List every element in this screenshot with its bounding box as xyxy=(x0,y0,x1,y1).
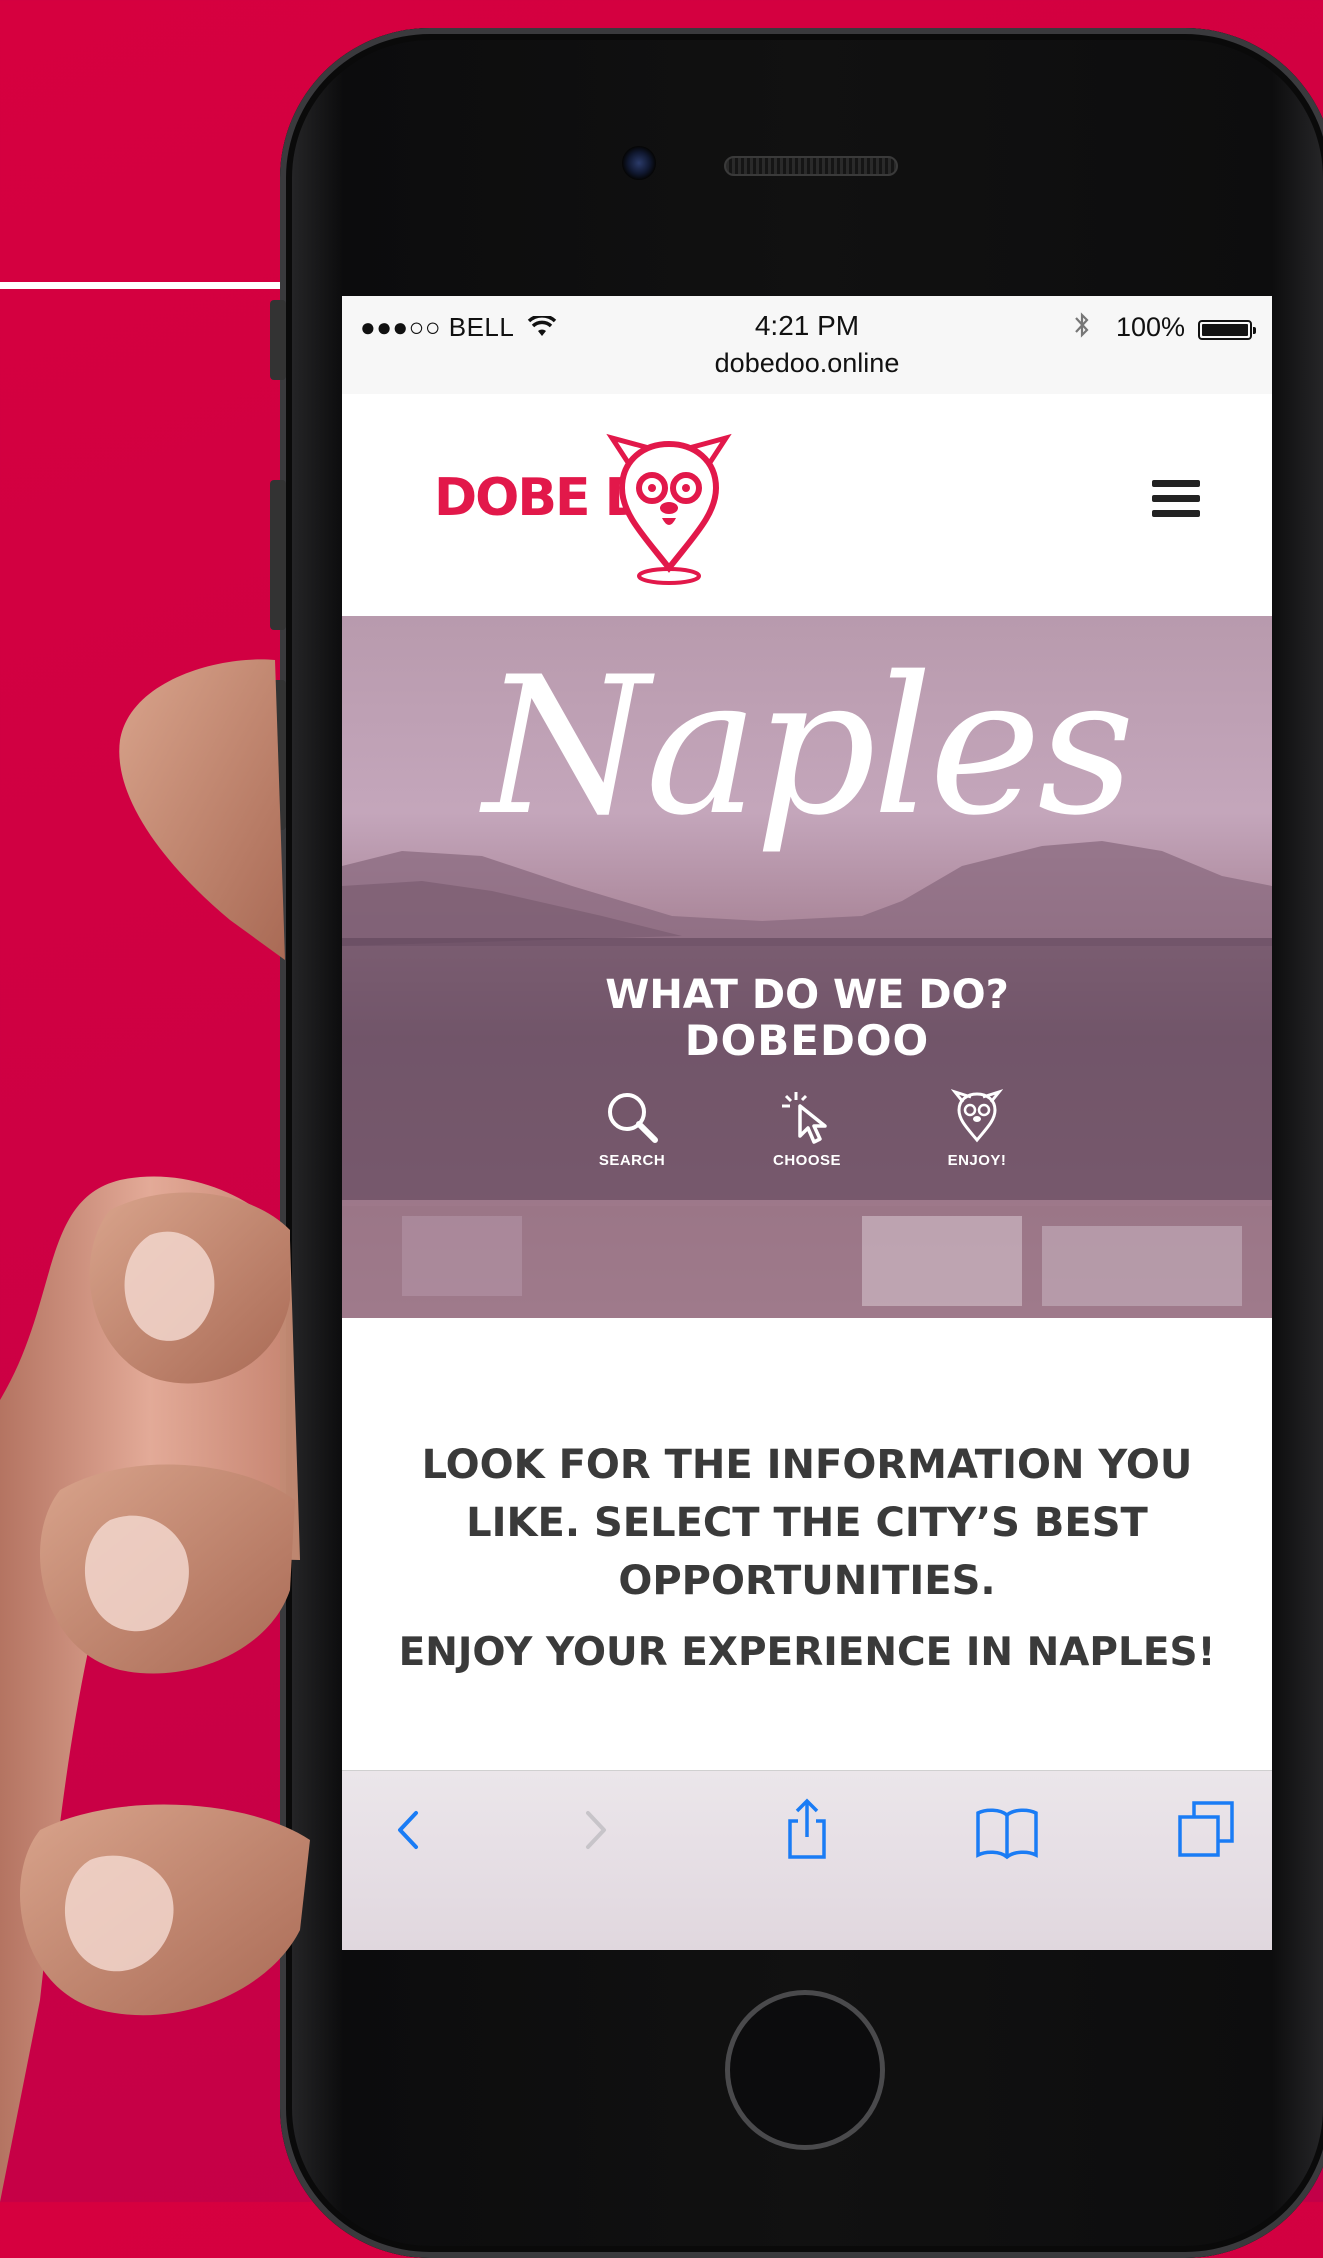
forward-icon[interactable] xyxy=(562,1795,632,1865)
band-heading: WHAT DO WE DO? xyxy=(605,972,1009,1018)
hero-banner: Naples WHAT DO WE DO? DOBEDOO SEARCH CHO… xyxy=(342,616,1272,1318)
intro-paragraph: LOOK FOR THE INFORMATION YOU LIKE. SELEC… xyxy=(421,1442,1193,1604)
step-search-label: SEARCH xyxy=(598,1152,666,1169)
safari-toolbar xyxy=(342,1770,1272,1950)
phone-screen: ●●●○○ BELL 4:21 PM dobedoo.online 100% D… xyxy=(342,296,1272,1950)
step-search: SEARCH xyxy=(572,1088,692,1169)
bookmarks-icon[interactable] xyxy=(972,1795,1042,1865)
step-choose-label: CHOOSE xyxy=(772,1152,841,1169)
battery-icon xyxy=(1198,320,1256,340)
tabs-icon[interactable] xyxy=(1172,1795,1242,1865)
dog-pin-icon xyxy=(951,1089,1003,1143)
dobedoo-logo[interactable]: DOBE D xyxy=(434,426,754,586)
phone-volume-down xyxy=(270,680,286,830)
step-enjoy: ENJOY! xyxy=(917,1088,1037,1169)
phone-silent-switch xyxy=(270,300,286,380)
step-choose: CHOOSE xyxy=(747,1088,867,1169)
hero-city-title: Naples xyxy=(483,636,1135,857)
address-bar-url[interactable]: dobedoo.online xyxy=(342,348,1272,379)
home-button[interactable] xyxy=(725,1990,885,2150)
band-brand-name: DOBEDOO xyxy=(684,1016,930,1065)
phone-volume-up xyxy=(270,480,286,630)
cursor-click-icon xyxy=(782,1092,827,1144)
back-icon[interactable] xyxy=(372,1795,442,1865)
dog-pin-logo-icon xyxy=(606,433,732,585)
what-we-do-band: WHAT DO WE DO? DOBEDOO SEARCH CHOOSE ENJ… xyxy=(342,938,1272,1200)
hamburger-menu-icon[interactable] xyxy=(1152,480,1200,524)
front-camera xyxy=(622,146,656,180)
intro-tagline: ENJOY YOUR EXPERIENCE IN NAPLES! xyxy=(398,1630,1216,1675)
bluetooth-icon xyxy=(1072,310,1092,347)
share-icon[interactable] xyxy=(772,1795,842,1865)
site-header: DOBE D xyxy=(342,394,1272,616)
intro-section: LOOK FOR THE INFORMATION YOU LIKE. SELEC… xyxy=(342,1318,1272,1768)
earpiece-speaker xyxy=(724,156,898,176)
search-icon xyxy=(608,1093,658,1143)
step-enjoy-label: ENJOY! xyxy=(947,1152,1007,1169)
status-bar: ●●●○○ BELL 4:21 PM dobedoo.online 100% xyxy=(342,296,1272,395)
battery-percent: 100% xyxy=(1116,312,1186,342)
decorative-white-line xyxy=(0,282,280,289)
